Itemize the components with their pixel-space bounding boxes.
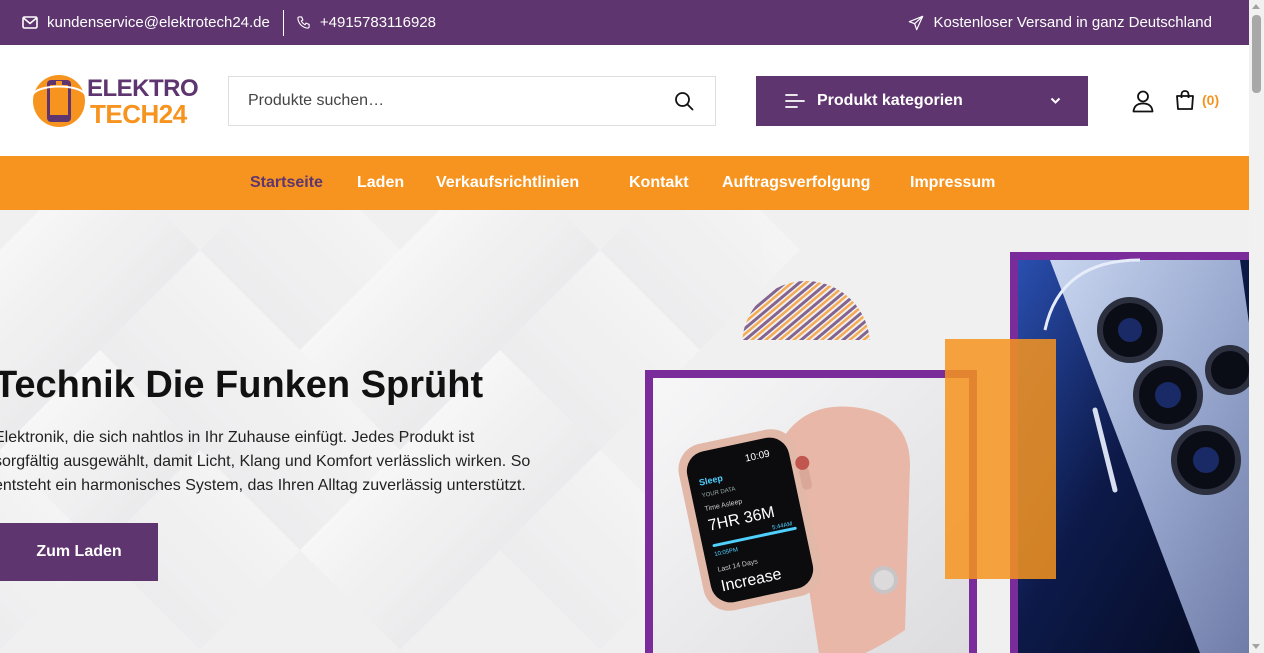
phone-text: +4915783116928: [319, 14, 436, 31]
nav-item-impressum[interactable]: Impressum: [910, 174, 995, 192]
account-button[interactable]: [1131, 89, 1155, 113]
svg-text:ELEKTRO: ELEKTRO: [87, 75, 198, 102]
mail-icon: [22, 16, 38, 29]
scrollbar-thumb[interactable]: [1252, 15, 1261, 93]
user-icon: [1132, 90, 1154, 113]
hero-text: Elektronik, die sich nahtlos in Ihr Zuha…: [0, 429, 531, 494]
main-nav: Startseite Laden Verkaufsrichtlinien Kon…: [0, 156, 1249, 210]
menu-lines-icon: [785, 94, 805, 108]
nav-item-startseite[interactable]: Startseite: [250, 174, 323, 192]
hero-title: Technik Die Funken Sprüht: [0, 364, 484, 406]
header: ELEKTRO TECH24 Produkt kategorien (0): [0, 45, 1249, 156]
divider: [282, 9, 284, 36]
contact-info: kundenservice@elektrotech24.de +49157831…: [0, 9, 436, 36]
cart-count: (0): [1202, 92, 1220, 108]
page: kundenservice@elektrotech24.de +49157831…: [0, 0, 1249, 653]
svg-text:TECH24: TECH24: [90, 99, 188, 129]
phone-link[interactable]: +4915783116928: [296, 14, 436, 31]
scroll-down-arrow[interactable]: [1252, 644, 1260, 649]
nav-item-verkaufsrichtlinien[interactable]: Verkaufsrichtlinien: [436, 174, 579, 192]
site-logo[interactable]: ELEKTRO TECH24: [30, 72, 210, 130]
shopping-bag-icon: [1176, 90, 1194, 110]
shipping-text: Kostenloser Versand in ganz Deutschland: [933, 14, 1212, 31]
hero-section: Technik Die Funken Sprüht Elektronik, di…: [0, 210, 1249, 653]
shipping-notice: Kostenloser Versand in ganz Deutschland: [908, 14, 1212, 31]
email-link[interactable]: kundenservice@elektrotech24.de: [22, 14, 270, 31]
paper-plane-icon: [909, 15, 924, 30]
chevron-down-icon: [1050, 97, 1061, 104]
search-box: [228, 76, 716, 126]
email-text: kundenservice@elektrotech24.de: [47, 14, 270, 31]
nav-item-kontakt[interactable]: Kontakt: [629, 174, 689, 192]
scroll-up-arrow[interactable]: [1252, 4, 1260, 9]
product-categories-button[interactable]: Produkt kategorien: [756, 76, 1088, 126]
search-icon: [675, 92, 694, 111]
cart-button[interactable]: (0): [1174, 89, 1219, 111]
search-input[interactable]: [229, 77, 653, 125]
categories-label: Produkt kategorien: [817, 92, 963, 109]
page-scrollbar[interactable]: [1249, 0, 1264, 653]
nav-item-laden[interactable]: Laden: [357, 174, 404, 192]
hero-product-visual: 10:09 Sleep YOUR DATA Time Asleep 7HR 36…: [640, 250, 1249, 653]
shop-now-button[interactable]: Zum Laden: [0, 523, 158, 581]
phone-icon: [297, 16, 310, 29]
nav-item-auftragsverfolgung[interactable]: Auftragsverfolgung: [722, 174, 870, 192]
search-button[interactable]: [653, 77, 715, 125]
top-bar: kundenservice@elektrotech24.de +49157831…: [0, 0, 1249, 45]
